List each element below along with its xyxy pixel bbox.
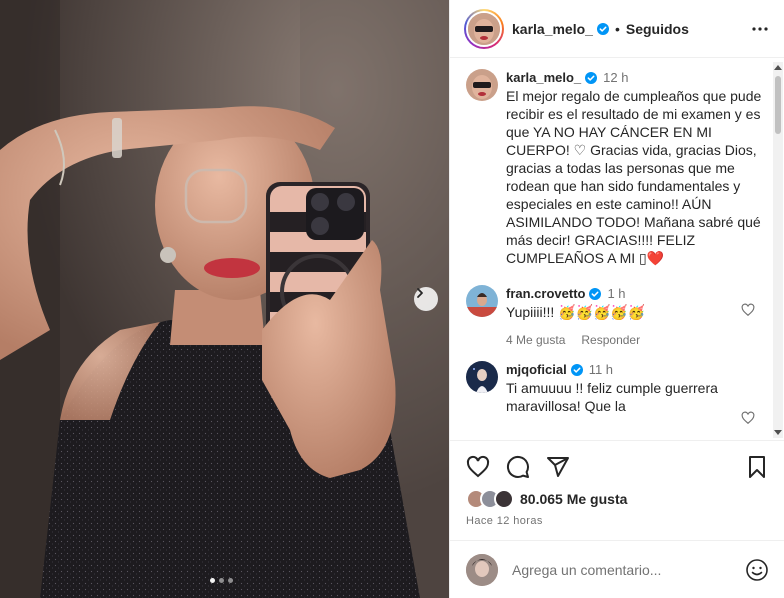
avatar-image	[466, 553, 498, 586]
verified-badge-icon	[570, 364, 583, 377]
comments-list[interactable]: karla_melo_ 12 h El mejor regalo de cumpl…	[450, 59, 784, 439]
scroll-down-arrow[interactable]	[774, 430, 782, 435]
emoji-icon	[746, 558, 768, 581]
comment-item: mjqoficial 11 h Ti amuuuu !! feliz cumple…	[466, 361, 769, 425]
author-username[interactable]: karla_melo_	[512, 21, 593, 37]
like-comment-button[interactable]	[741, 303, 755, 317]
avatar-image	[468, 12, 500, 45]
post-header: karla_melo_ • Seguidos	[450, 0, 784, 58]
caption-avatar[interactable]	[466, 69, 498, 101]
post-media[interactable]	[0, 0, 449, 598]
heart-icon	[741, 303, 755, 317]
avatar	[494, 489, 514, 509]
like-comment-button[interactable]	[741, 411, 755, 425]
next-slide-button[interactable]	[414, 287, 438, 311]
liker-avatars[interactable]	[466, 489, 514, 509]
scroll-thumb[interactable]	[775, 76, 781, 134]
carousel-indicator	[210, 578, 233, 583]
caption-username[interactable]: karla_melo_	[506, 70, 581, 85]
avatar-image	[466, 361, 498, 393]
comment-text: Ti amuuuu !! feliz cumple guerrera marav…	[506, 380, 722, 414]
following-button[interactable]: Seguidos	[626, 21, 689, 37]
commenter-username[interactable]: mjqoficial	[506, 362, 567, 377]
chevron-right-icon	[417, 288, 423, 298]
heart-icon	[466, 455, 490, 478]
bookmark-icon	[749, 456, 765, 478]
heart-icon	[741, 411, 755, 425]
avatar-image	[466, 69, 498, 101]
comment-input[interactable]	[512, 561, 732, 578]
caption-time[interactable]: 12 h	[603, 70, 628, 85]
comment-item: fran.crovetto 1 h Yupiiii!!! 🥳🥳🥳🥳🥳 4 Me g…	[466, 285, 769, 347]
separator-dot: •	[614, 20, 620, 37]
likes-count[interactable]: 80.065 Me gusta	[520, 491, 627, 507]
verified-badge-icon	[596, 22, 609, 35]
scroll-up-arrow[interactable]	[774, 65, 782, 70]
comment-likes[interactable]: 4 Me gusta	[506, 333, 565, 347]
more-options-icon	[752, 26, 768, 31]
comment-time[interactable]: 11 h	[589, 362, 613, 377]
caption: karla_melo_ 12 h El mejor regalo de cumpl…	[466, 69, 769, 267]
post-actions: 80.065 Me gusta Hace 12 horas	[450, 440, 784, 598]
avatar-image	[466, 285, 498, 317]
post-time[interactable]: Hace 12 horas	[450, 509, 784, 527]
commenter-avatar[interactable]	[466, 361, 498, 393]
more-options-button[interactable]	[750, 19, 770, 39]
verified-badge-icon	[589, 288, 602, 301]
commenter-username[interactable]: fran.crovetto	[506, 286, 585, 301]
comment-time[interactable]: 1 h	[607, 286, 625, 301]
comment-composer	[450, 540, 784, 598]
share-button[interactable]	[546, 455, 570, 479]
save-button[interactable]	[745, 455, 769, 479]
post-side-panel: karla_melo_ • Seguidos karla_melo_ 12 h …	[449, 0, 784, 598]
reply-button[interactable]: Responder	[581, 333, 640, 347]
carousel-dot	[219, 578, 224, 583]
verified-badge-icon	[585, 72, 598, 85]
emoji-button[interactable]	[745, 558, 769, 582]
carousel-dot	[210, 578, 215, 583]
author-avatar[interactable]	[464, 8, 504, 49]
carousel-dot	[228, 578, 233, 583]
current-user-avatar	[466, 553, 498, 586]
commenter-avatar[interactable]	[466, 285, 498, 317]
like-button[interactable]	[466, 455, 490, 479]
comment-text: Yupiiii!!! 🥳🥳🥳🥳🥳	[506, 304, 646, 320]
share-icon	[547, 457, 569, 477]
post-photo	[0, 0, 449, 598]
comment-button[interactable]	[506, 455, 530, 479]
comment-icon	[506, 455, 529, 478]
caption-text: El mejor regalo de cumpleaños que pude r…	[506, 88, 766, 266]
comments-scrollbar[interactable]	[773, 62, 783, 438]
